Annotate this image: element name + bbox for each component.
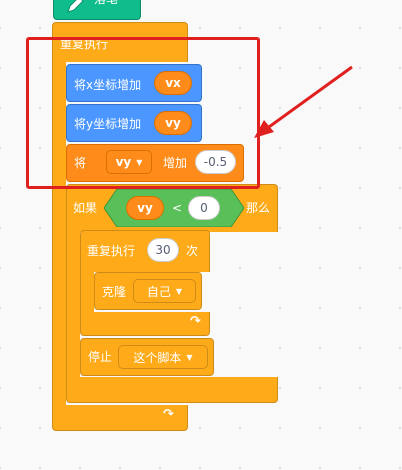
if-arm (66, 230, 80, 380)
chevron-down-icon: ▼ (175, 286, 183, 296)
highlight-rectangle (26, 37, 260, 189)
repeat-label: 重复执行 (87, 244, 136, 258)
clone-target-dropdown[interactable]: 自己 ▼ (133, 279, 196, 303)
compare-value-input[interactable]: 0 (188, 196, 220, 220)
pen-down-label: 落笔 (94, 0, 118, 7)
operator-less-than: < (172, 201, 183, 215)
clone-label: 克隆 (102, 285, 127, 299)
forever-loop-arrow-icon: ↷ (163, 407, 174, 422)
if-label: 如果 (73, 201, 98, 215)
if-then-label: 那么 (246, 201, 271, 215)
stop-label: 停止 (88, 350, 113, 364)
pencil-icon (67, 0, 84, 13)
repeat-loop-arrow-icon: ↷ (190, 314, 201, 329)
stop-option-value: 这个脚本 (133, 350, 182, 365)
repeat-times-label: 次 (186, 244, 199, 258)
chevron-down-icon: ▼ (186, 352, 193, 362)
if-footer[interactable] (66, 377, 278, 403)
clone-target-value: 自己 (146, 284, 171, 299)
repeat-count-input[interactable]: 30 (147, 238, 179, 262)
annotation-arrow-icon (254, 65, 353, 138)
pen-down-block[interactable]: 落笔 (53, 0, 141, 20)
stop-option-dropdown[interactable]: 这个脚本 ▼ (118, 345, 208, 369)
vy-condition-reporter[interactable]: vy (126, 196, 164, 220)
